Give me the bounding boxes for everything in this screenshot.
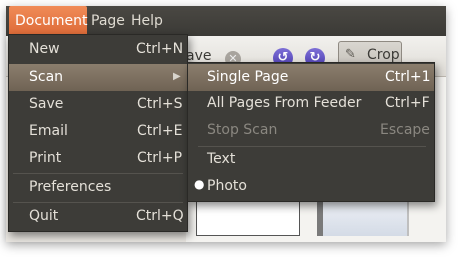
menu-item-label: Photo (207, 178, 247, 194)
menu-item-label: Quit (29, 208, 59, 224)
menu-item-stop-scan: Stop Scan Escape (188, 118, 434, 144)
menubar-page[interactable]: Page (85, 6, 127, 36)
menu-item-preferences[interactable]: Preferences (9, 175, 187, 201)
menu-item-label: Email (29, 123, 68, 139)
scan-submenu: Single Page Ctrl+1 All Pages From Feeder… (187, 62, 435, 202)
menu-item-print[interactable]: Print Ctrl+P (9, 146, 187, 172)
menu-item-accel: Ctrl+S (137, 96, 183, 112)
submenu-arrow-icon: ▶ (173, 71, 181, 82)
menu-item-photo[interactable]: ● Photo (188, 174, 434, 200)
document-menu: New Ctrl+N Scan ▶ Save Ctrl+S Email Ctrl… (8, 34, 188, 232)
menubar: Document Page Help (6, 6, 446, 36)
menu-separator (13, 202, 183, 203)
menu-item-label: Single Page (207, 69, 289, 85)
menu-item-accel: Ctrl+Q (136, 208, 184, 224)
menu-item-email[interactable]: Email Ctrl+E (9, 119, 187, 145)
menu-item-save[interactable]: Save Ctrl+S (9, 92, 187, 118)
menu-item-label: Preferences (29, 179, 112, 195)
menu-item-label: Scan (29, 69, 64, 85)
menu-item-text[interactable]: Text (188, 147, 434, 173)
menu-item-accel: Ctrl+E (137, 123, 183, 139)
menu-item-accel: Ctrl+N (136, 41, 184, 57)
crop-button-label: Crop (367, 47, 400, 63)
menu-item-new[interactable]: New Ctrl+N (9, 37, 187, 63)
menu-item-quit[interactable]: Quit Ctrl+Q (9, 204, 187, 230)
menu-item-single-page[interactable]: Single Page Ctrl+1 (188, 64, 434, 91)
crop-icon: ✎ (345, 47, 356, 62)
menu-item-label: New (29, 41, 60, 57)
screenshot-stage: Document Page Help ave ✕ ↺ ↻ ✎ Crop New … (0, 0, 469, 263)
radio-selected-icon: ● (194, 177, 205, 191)
menu-item-accel: Escape (380, 122, 430, 138)
menu-item-label: Text (207, 151, 236, 167)
menu-item-label: Print (29, 150, 62, 166)
menu-item-accel: Ctrl+P (137, 150, 183, 166)
menu-separator (13, 173, 183, 174)
menu-item-scan[interactable]: Scan ▶ (9, 64, 187, 91)
menu-item-accel: Ctrl+F (385, 95, 430, 111)
menu-item-all-pages-from-feeder[interactable]: All Pages From Feeder Ctrl+F (188, 91, 434, 117)
menubar-help[interactable]: Help (125, 6, 167, 36)
menu-item-label: Save (29, 96, 64, 112)
menu-item-accel: Ctrl+1 (385, 69, 431, 85)
menubar-document[interactable]: Document (9, 6, 88, 36)
menu-item-label: Stop Scan (207, 122, 278, 138)
menu-item-label: All Pages From Feeder (207, 95, 362, 111)
